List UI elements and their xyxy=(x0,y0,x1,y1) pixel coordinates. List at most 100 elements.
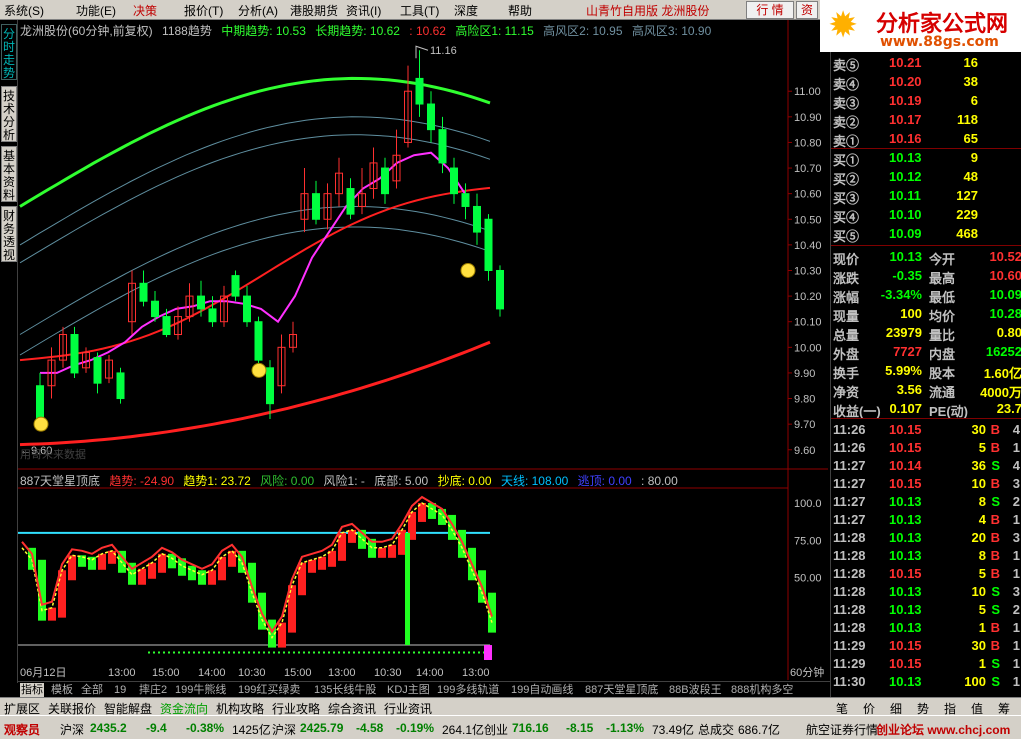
bottom-readout: 底部: 5.00 xyxy=(374,474,429,488)
candle-body xyxy=(162,316,171,336)
menu-quote[interactable]: 报价(T) xyxy=(184,2,223,19)
indicator-tab[interactable]: KDJ主图 xyxy=(386,683,431,698)
time-axis-label: 13:00 xyxy=(108,667,136,679)
menu-analysis[interactable]: 分析(A) xyxy=(238,2,278,19)
tab-technical[interactable]: 技术分析 xyxy=(1,86,17,142)
tick-count: 4 xyxy=(1012,422,1020,437)
menu-news[interactable]: 资讯(I) xyxy=(346,2,381,19)
order-level[interactable]: 买④ 10.10 229 xyxy=(831,206,1021,225)
menu-help[interactable]: 帮助 xyxy=(508,2,532,19)
quote-label: 外盘 xyxy=(833,347,860,362)
menu-depth[interactable]: 深度 xyxy=(454,2,478,19)
order-level[interactable]: 卖③ 10.19 6 xyxy=(831,92,1021,111)
tick-price: 10.15 xyxy=(889,422,922,437)
tick-side: B xyxy=(990,566,1000,581)
high-marker-arrow xyxy=(415,45,429,59)
tick-time: 11:27 xyxy=(833,512,866,527)
indicator-tab[interactable]: 199多线轨道 xyxy=(436,683,500,698)
logo-url-text: www.88gs.com xyxy=(880,34,999,50)
indicator-tab[interactable]: 888机构多空 xyxy=(730,683,794,698)
risk-readout: 风险: 0.00 xyxy=(260,474,315,488)
oscillator-bar xyxy=(218,556,226,581)
tick-side: B xyxy=(990,530,1000,545)
oscillator-bar xyxy=(278,622,286,648)
price-tick-label: 10.80 xyxy=(794,137,822,149)
menu-news-key: (I) xyxy=(370,4,382,18)
menu-hk-futures[interactable]: 港股期货 xyxy=(290,2,338,19)
indicator-tab[interactable]: 199自动画线 xyxy=(510,683,574,698)
tick-price: 10.13 xyxy=(889,602,922,617)
order-level-label: 买④ xyxy=(833,210,860,225)
tab-financial[interactable]: 财务透视 xyxy=(1,206,17,262)
order-level[interactable]: 买③ 10.11 127 xyxy=(831,187,1021,206)
index3-label: 创业 xyxy=(484,723,509,737)
price-tick-label: 10.00 xyxy=(794,342,822,354)
quote-label: 涨幅 xyxy=(833,290,860,305)
menu-tools[interactable]: 工具(T) xyxy=(400,2,439,19)
indicator-tab[interactable]: 199红买绿卖 xyxy=(237,683,301,698)
indicator-chart[interactable]: 100.0 75.00 50.00 06月12日 13:00 15:00 14:00 10:3… xyxy=(18,470,828,680)
tick-time: 11:28 xyxy=(833,566,866,581)
tick-row: 11:28 10.13 5 S 2 xyxy=(831,601,1021,619)
indicator-tab[interactable]: 指标 xyxy=(20,683,44,698)
order-level[interactable]: 买① 10.13 9 xyxy=(831,149,1021,168)
price-tick-label: 9.70 xyxy=(794,419,815,431)
indicator-tab[interactable]: 135长线牛股 xyxy=(313,683,377,698)
menu-decision[interactable]: 决策 xyxy=(133,2,157,19)
tick-time: 11:27 xyxy=(833,494,866,509)
menu-system[interactable]: 系统(S) xyxy=(4,2,44,19)
kline-chart[interactable]: 11.00 10.90 10.80 10.70 10.60 10.50 10.40 10.30… xyxy=(18,20,828,470)
tick-count: 3 xyxy=(1012,476,1020,491)
indicator-tab[interactable]: 模板 xyxy=(50,683,74,698)
forum-watermark: 创业论坛 www.chcj.com xyxy=(876,723,1011,737)
oscillator-bar xyxy=(98,553,106,570)
quote-value: 3.56 xyxy=(896,382,922,397)
escape-bar xyxy=(484,645,492,660)
ind-tick-label: 75.00 xyxy=(794,535,822,547)
order-level[interactable]: 卖① 10.16 65 xyxy=(831,130,1021,149)
oscillator-bar xyxy=(168,553,176,569)
tick-count: 1 xyxy=(1012,674,1020,689)
index2-label: 沪深 xyxy=(272,723,297,737)
candle-body xyxy=(381,167,389,195)
info-button[interactable]: 资 xyxy=(796,1,818,19)
index1-amount: 1425亿 xyxy=(232,723,271,737)
quote-label: 涨跌 xyxy=(833,271,860,286)
quote-button[interactable]: 行 情 xyxy=(746,1,794,19)
price-tick-label: 10.90 xyxy=(794,112,822,124)
order-level-label: 买⑤ xyxy=(833,229,860,244)
tab-basic-info[interactable]: 基本资料 xyxy=(1,146,17,202)
order-level[interactable]: 卖② 10.17 118 xyxy=(831,111,1021,130)
price-tick-label: 10.30 xyxy=(794,265,822,277)
order-level[interactable]: 卖⑤ 10.21 16 xyxy=(831,54,1021,73)
deal-value: 686.7亿 xyxy=(738,723,781,737)
order-level-price: 10.12 xyxy=(889,169,922,184)
quote-row: 外盘 7727 内盘 16252 xyxy=(831,343,1021,362)
order-level-price: 10.10 xyxy=(889,207,922,222)
indicator-tab[interactable]: 全部 xyxy=(80,683,104,698)
menu-function[interactable]: 功能(E) xyxy=(76,2,116,19)
order-level-volume: 16 xyxy=(963,55,978,70)
quote-label: 最低 xyxy=(929,290,956,305)
candle-body xyxy=(266,367,274,405)
order-level[interactable]: 买② 10.12 48 xyxy=(831,168,1021,187)
indicator-tab[interactable]: 摔庄2 xyxy=(138,683,168,698)
tick-volume: 100 xyxy=(964,674,986,689)
quote-label: 今开 xyxy=(929,252,956,267)
price-tick-label: 10.50 xyxy=(794,214,822,226)
order-level[interactable]: 买⑤ 10.09 468 xyxy=(831,225,1021,244)
tab-timeshare[interactable]: 分时走势 xyxy=(1,24,17,80)
indicator-tab[interactable]: 88B波段王 xyxy=(668,683,723,698)
menu-depth-label: 深度 xyxy=(454,4,479,18)
time-axis-label: 10:30 xyxy=(374,667,402,679)
indicator-tab[interactable]: 887天堂星顶底 xyxy=(584,683,659,698)
tick-side: B xyxy=(990,638,1000,653)
right-panel-tabs: 笔价细势指值筹 xyxy=(830,697,1021,716)
broker-name: 航空证券行情 xyxy=(806,723,879,737)
indicator-tab[interactable]: 19 xyxy=(113,683,127,698)
order-level[interactable]: 卖④ 10.20 38 xyxy=(831,73,1021,92)
quote-divider xyxy=(831,418,1021,419)
indicator-tab[interactable]: 199牛熊线 xyxy=(174,683,227,698)
oscillator-bar xyxy=(378,547,386,558)
index1-value: 2435.2 xyxy=(90,721,127,735)
